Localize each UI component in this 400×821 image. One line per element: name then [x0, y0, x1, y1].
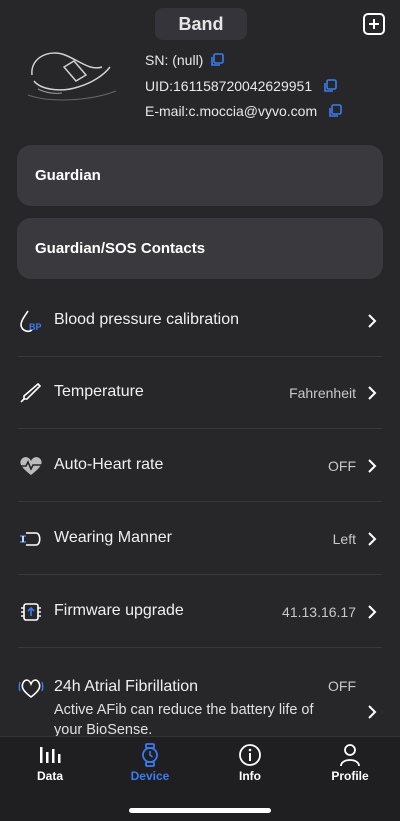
- wristband-icon: [20, 532, 41, 546]
- tab-label: Data: [36, 769, 63, 783]
- setting-label: Blood pressure calibration: [54, 311, 239, 328]
- setting-label: Firmware upgrade: [54, 602, 184, 619]
- divider: [18, 574, 382, 575]
- setting-temperature[interactable]: Temperature Fahrenheit: [0, 357, 400, 429]
- tab-device[interactable]: Device: [100, 737, 200, 797]
- setting-value: OFF: [328, 678, 356, 694]
- watch-icon: [142, 743, 158, 767]
- setting-value: 41.13.16.17: [282, 604, 356, 620]
- info-icon: [239, 744, 261, 766]
- setting-firmware-upgrade[interactable]: Firmware upgrade 41.13.16.17: [0, 576, 400, 648]
- copy-icon[interactable]: [322, 78, 338, 94]
- svg-text:BP: BP: [29, 322, 42, 332]
- setting-value: Left: [332, 531, 356, 547]
- afib-heart-icon: [18, 679, 44, 699]
- guardian-card[interactable]: Guardian: [17, 145, 383, 206]
- bar-chart-icon: [40, 747, 61, 763]
- thermometer-icon: [20, 382, 42, 403]
- setting-label: 24h Atrial Fibrillation: [54, 678, 199, 695]
- email-value: E-mail:c.moccia@vyvo.com: [145, 103, 318, 119]
- chip-icon: [21, 603, 41, 621]
- divider: [18, 501, 382, 502]
- page-title: Band: [155, 8, 247, 40]
- person-icon: [340, 744, 360, 767]
- serial-number: SN: (null): [145, 52, 204, 68]
- copy-icon[interactable]: [209, 52, 225, 68]
- divider: [18, 428, 382, 429]
- email-row: E-mail:c.moccia@vyvo.com: [145, 101, 343, 121]
- copy-icon[interactable]: [327, 103, 343, 119]
- tab-profile[interactable]: Profile: [300, 737, 400, 797]
- setting-label: Auto-Heart rate: [54, 456, 164, 473]
- home-indicator: [129, 808, 271, 813]
- setting-value: OFF: [328, 458, 356, 474]
- setting-blood-pressure[interactable]: BP Blood pressure calibration: [0, 285, 400, 357]
- chevron-right-icon: [368, 532, 377, 546]
- setting-label: Temperature: [54, 383, 144, 400]
- band-device-image: [27, 52, 117, 101]
- setting-label: Wearing Manner: [54, 529, 172, 546]
- chevron-right-icon: [368, 386, 377, 400]
- setting-wearing-manner[interactable]: Wearing Manner Left: [0, 503, 400, 575]
- uid-value: UID:161158720042629951: [145, 78, 313, 94]
- setting-auto-heart-rate[interactable]: Auto-Heart rate OFF: [0, 430, 400, 502]
- heart-rate-icon: [20, 457, 42, 475]
- sos-contacts-card[interactable]: Guardian/SOS Contacts: [17, 218, 383, 279]
- divider: [18, 647, 382, 648]
- tab-label: Profile: [331, 769, 369, 783]
- uid-row: UID:161158720042629951: [145, 76, 338, 96]
- setting-description: Active AFib can reduce the battery life …: [54, 702, 314, 738]
- blood-pressure-icon: BP: [20, 310, 42, 333]
- tab-data[interactable]: Data: [0, 737, 100, 797]
- serial-number-row: SN: (null): [145, 50, 225, 70]
- chevron-right-icon: [368, 459, 377, 473]
- setting-value: Fahrenheit: [289, 385, 356, 401]
- chevron-right-icon: [368, 314, 377, 328]
- tab-info[interactable]: Info: [200, 737, 300, 797]
- tab-label: Info: [239, 769, 261, 783]
- setting-atrial-fibrillation[interactable]: 24h Atrial Fibrillation OFF Active AFib …: [0, 670, 400, 738]
- chevron-right-icon: [368, 605, 377, 619]
- add-device-icon[interactable]: [362, 12, 386, 36]
- tab-label: Device: [130, 769, 170, 783]
- chevron-right-icon: [368, 705, 377, 719]
